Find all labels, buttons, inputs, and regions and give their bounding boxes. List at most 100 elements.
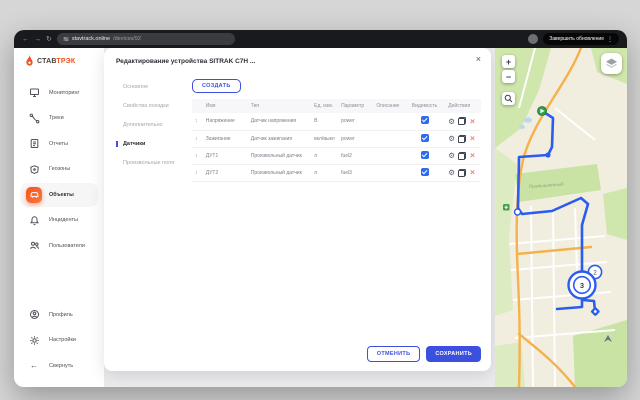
finish-update-label: Завершить обновление <box>549 36 604 42</box>
sidebar-item-collapse[interactable]: ← Свернуть <box>20 354 98 378</box>
zoom-in-button[interactable]: + <box>502 55 515 68</box>
waypoint-marker[interactable] <box>515 209 521 215</box>
sensor-row-2: ↕ Зажигание Датчик зажигания вкл/выкл po… <box>192 130 481 147</box>
drag-handle-icon[interactable]: ↕ <box>192 130 203 147</box>
app-logo[interactable]: СТАВТРЭК <box>14 55 104 67</box>
zoom-out-button[interactable]: − <box>502 70 515 83</box>
delete-icon[interactable]: × <box>470 168 475 177</box>
map-search-button[interactable] <box>502 92 515 105</box>
sensor-name: ДУТ2 <box>203 164 248 181</box>
create-sensor-button[interactable]: СОЗДАТЬ <box>192 79 241 93</box>
visibility-checkbox[interactable] <box>421 168 429 176</box>
modal-tabs: Основное Свойства поездки Дополнительно … <box>116 84 186 179</box>
forward-icon[interactable]: → <box>34 36 41 43</box>
sidebar-item-label: Мониторинг <box>49 90 80 96</box>
sensor-unit: л <box>311 164 338 181</box>
tab-sensors[interactable]: Датчики <box>116 141 186 147</box>
sidebar-item-settings[interactable]: Настройки <box>20 328 98 352</box>
sensor-settings-icon[interactable]: ⚙ <box>448 152 455 160</box>
sidebar-item-label: Свернуть <box>49 363 73 369</box>
sensor-type: Произвольный датчик <box>248 164 311 181</box>
sidebar: СТАВТРЭК Мониторинг <box>14 48 104 387</box>
svg-text:3: 3 <box>580 281 584 290</box>
visibility-checkbox[interactable] <box>421 151 429 159</box>
col-name: Имя <box>203 99 248 113</box>
sensor-unit: вкл/выкл <box>311 130 338 147</box>
close-icon[interactable]: × <box>476 55 481 64</box>
browser-profile-avatar[interactable] <box>528 34 538 44</box>
modal-footer: ОТМЕНИТЬ СОХРАНИТЬ <box>367 346 481 362</box>
drag-handle-icon[interactable]: ↕ <box>192 164 203 181</box>
col-unit: Ед. изм. <box>311 99 338 113</box>
kebab-menu-icon[interactable]: ⋮ <box>607 36 613 43</box>
sidebar-item-label: Отчеты <box>49 141 68 147</box>
browser-toolbar: ← → ↻ stavtrack.online/devices/92 Заверш… <box>14 30 627 48</box>
sensors-table: Имя Тип Ед. изм. Параметр Описание Видим… <box>192 99 481 182</box>
col-actions: Действия <box>445 99 481 113</box>
sidebar-item-tracks[interactable]: Треки <box>20 106 98 130</box>
sensor-settings-icon[interactable]: ⚙ <box>448 169 455 177</box>
sidebar-item-profile[interactable]: Профиль <box>20 303 98 327</box>
drag-handle-icon[interactable]: ↕ <box>192 113 203 130</box>
delete-icon[interactable]: × <box>470 117 475 126</box>
cluster-marker[interactable]: 3 <box>569 272 596 299</box>
map-panel[interactable]: Промышленный <box>495 48 627 387</box>
sensor-param: fuel3 <box>338 164 373 181</box>
sensor-description <box>373 164 408 181</box>
sidebar-nav: Мониторинг Треки <box>14 79 104 259</box>
main-area: Редактирование устройства SITRAK C7H ...… <box>104 48 495 387</box>
route-node-marker[interactable] <box>545 152 550 157</box>
sensor-settings-icon[interactable]: ⚙ <box>448 118 455 126</box>
sensor-settings-icon[interactable]: ⚙ <box>448 135 455 143</box>
route-start-marker[interactable] <box>538 107 547 116</box>
drag-handle-icon[interactable]: ↕ <box>192 147 203 164</box>
desktop-background: ← → ↻ stavtrack.online/devices/92 Заверш… <box>0 0 640 400</box>
back-icon[interactable]: ← <box>22 36 29 43</box>
sidebar-item-label: Треки <box>49 115 64 121</box>
tab-additional[interactable]: Дополнительно <box>116 122 186 128</box>
sensor-type: Датчик зажигания <box>248 130 311 147</box>
sidebar-item-label: Настройки <box>49 337 76 343</box>
delete-icon[interactable]: × <box>470 134 475 143</box>
visibility-checkbox[interactable] <box>421 134 429 142</box>
copy-icon[interactable] <box>458 117 466 125</box>
sidebar-item-monitoring[interactable]: Мониторинг <box>20 81 98 105</box>
sensor-type: Датчик напряжения <box>248 113 311 130</box>
cancel-button[interactable]: ОТМЕНИТЬ <box>367 346 421 362</box>
sidebar-item-incidents[interactable]: Инциденты <box>20 208 98 232</box>
address-bar[interactable]: stavtrack.online/devices/92 <box>57 33 235 45</box>
finish-update-button[interactable]: Завершить обновление ⋮ <box>543 33 619 45</box>
browser-window: ← → ↻ stavtrack.online/devices/92 Заверш… <box>14 30 627 387</box>
sensor-description <box>373 130 408 147</box>
table-header-row: Имя Тип Ед. изм. Параметр Описание Видим… <box>192 99 481 113</box>
sidebar-item-reports[interactable]: Отчеты <box>20 132 98 156</box>
search-icon <box>504 94 513 103</box>
sidebar-item-objects[interactable]: Объекты <box>20 183 98 207</box>
tab-custom-fields[interactable]: Произвольные поля <box>116 160 186 166</box>
copy-icon[interactable] <box>458 152 466 160</box>
tab-main[interactable]: Основное <box>116 84 186 90</box>
sensor-row-4: ↕ ДУТ2 Произвольный датчик л fuel3 ⚙ <box>192 164 481 181</box>
route-icon <box>26 110 42 126</box>
tab-trip-properties[interactable]: Свойства поездки <box>116 103 186 109</box>
copy-icon[interactable] <box>458 169 466 177</box>
sidebar-item-label: Пользователи <box>49 243 85 249</box>
sensor-name: Зажигание <box>203 130 248 147</box>
sensor-name: Напряжение <box>203 113 248 130</box>
layers-button[interactable] <box>601 53 622 74</box>
sidebar-item-geozones[interactable]: Геозоны <box>20 157 98 181</box>
logo-flame-icon <box>25 55 34 67</box>
sidebar-footer: Профиль Настройки ← Свернуть <box>14 301 104 379</box>
delete-icon[interactable]: × <box>470 151 475 160</box>
geofence-icon <box>26 161 42 177</box>
app-content: СТАВТРЭК Мониторинг <box>14 48 627 387</box>
save-button[interactable]: СОХРАНИТЬ <box>426 346 481 362</box>
sensor-description <box>373 147 408 164</box>
sensor-param: power <box>338 113 373 130</box>
copy-icon[interactable] <box>458 135 466 143</box>
sensor-name: ДУТ1 <box>203 147 248 164</box>
sensors-panel: СОЗДАТЬ Имя Тип Ед. изм. Параметр Описан… <box>192 74 481 182</box>
sidebar-item-users[interactable]: Пользователи <box>20 234 98 258</box>
reload-icon[interactable]: ↻ <box>46 36 52 43</box>
visibility-checkbox[interactable] <box>421 116 429 124</box>
